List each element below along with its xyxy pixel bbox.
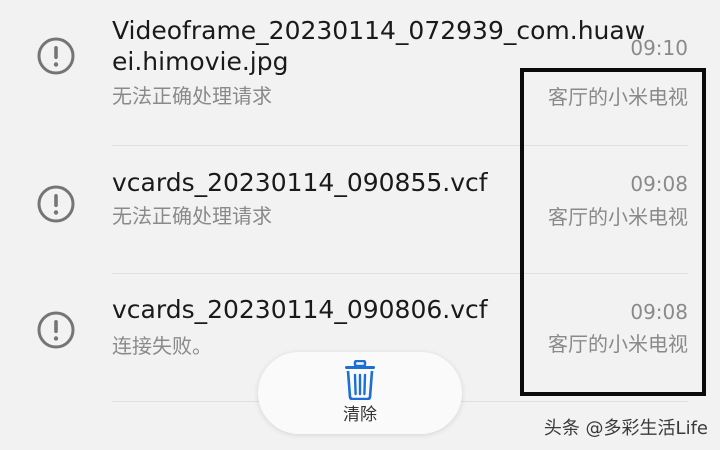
alert-circle-icon	[36, 184, 76, 224]
status-text: 无法正确处理请求	[112, 204, 272, 228]
highlight-annotation-box	[520, 68, 706, 396]
file-name: Videoframe_20230114_072939_com.huaw	[112, 16, 646, 45]
file-name: vcards_20230114_090806.vcf	[112, 295, 488, 324]
file-name: vcards_20230114_090855.vcf	[112, 168, 488, 197]
status-text: 连接失败。	[112, 334, 212, 358]
clear-button-label: 清除	[343, 405, 377, 425]
status-text: 无法正确处理请求	[112, 84, 272, 108]
transfer-history-screen: Videoframe_20230114_072939_com.huaw ei.h…	[0, 0, 720, 450]
timestamp: 09:10	[630, 36, 688, 60]
file-name-continued: ei.himovie.jpg	[112, 47, 289, 76]
trash-icon	[342, 359, 378, 401]
clear-button[interactable]: 清除	[258, 352, 462, 434]
alert-circle-icon	[36, 310, 76, 350]
watermark-text: 头条 @多彩生活Life	[543, 418, 708, 439]
alert-circle-icon	[36, 36, 76, 76]
